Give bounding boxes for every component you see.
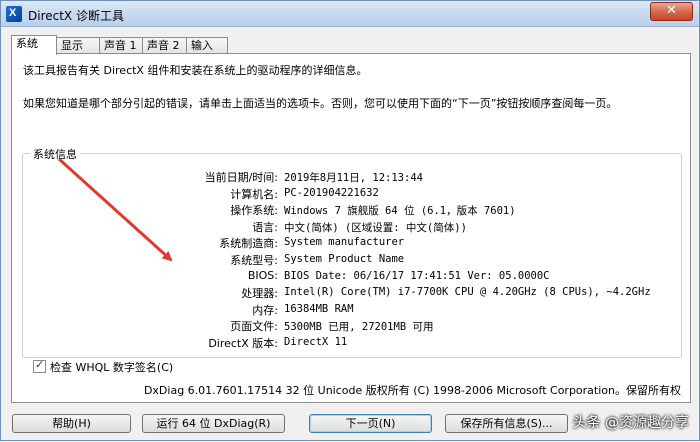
info-label: 计算机名:: [230, 188, 278, 201]
info-value: 16384MB RAM: [284, 303, 354, 315]
intro-text: 该工具报告有关 DirectX 组件和安装在系统上的驱动程序的详细信息。: [23, 64, 368, 77]
info-label: 当前日期/时间:: [204, 171, 278, 184]
info-value: Intel(R) Core(TM) i7-7700K CPU @ 4.20GHz…: [284, 286, 651, 298]
dxdiag-window: DirectX 诊断工具 ✕ 系统 显示 声音 1 声音 2 输入 该工具报告有…: [0, 0, 700, 441]
help-button[interactable]: 帮助(H): [12, 414, 131, 433]
info-value: 2019年8月11日, 12:13:44: [284, 172, 423, 184]
info-label: 语言:: [252, 221, 278, 234]
info-value: System Product Name: [284, 253, 405, 265]
info-value: 中文(简体) (区域设置: 中文(简体)): [284, 222, 467, 234]
next-page-button[interactable]: 下一页(N): [309, 414, 432, 433]
save-all-info-button[interactable]: 保存所有信息(S)...: [445, 414, 568, 433]
directx-app-icon: [6, 6, 22, 22]
info-label: 内存:: [252, 304, 278, 317]
info-value: 5300MB 已用, 27201MB 可用: [284, 321, 434, 333]
whql-checkbox[interactable]: 检查 WHQL 数字签名(C): [33, 358, 174, 375]
info-value: BIOS Date: 06/16/17 17:41:51 Ver: 05.000…: [284, 270, 550, 282]
title-bar[interactable]: DirectX 诊断工具 ✕: [1, 1, 699, 27]
info-label: BIOS:: [247, 269, 278, 282]
checkbox-checked-icon[interactable]: [33, 358, 46, 373]
tab-sound-1[interactable]: 声音 1: [99, 37, 143, 54]
window-title: DirectX 诊断工具: [28, 9, 124, 23]
info-value: Windows 7 旗舰版 64 位 (6.1，版本 7601): [284, 205, 516, 217]
system-tab-panel: 该工具报告有关 DirectX 组件和安装在系统上的驱动程序的详细信息。 如果您…: [11, 53, 691, 403]
group-label: 系统信息: [30, 146, 80, 162]
tab-input[interactable]: 输入: [186, 37, 228, 54]
whql-checkbox-label: 检查 WHQL 数字签名(C): [50, 361, 174, 374]
info-label: 处理器:: [241, 287, 278, 300]
close-button[interactable]: ✕: [650, 2, 693, 21]
info-label: 操作系统:: [230, 204, 278, 217]
run-64bit-dxdiag-button[interactable]: 运行 64 位 DxDiag(R): [142, 414, 285, 433]
instruction-text: 如果您知道是哪个部分引起的错误，请单击上面适当的选项卡。否则，您可以使用下面的“…: [23, 97, 618, 110]
info-label: DirectX 版本:: [208, 337, 278, 350]
info-value: System manufacturer: [284, 236, 405, 248]
info-label: 页面文件:: [230, 320, 278, 333]
watermark-text: 头条 @资源趣分享: [572, 415, 689, 431]
info-label: 系统型号:: [230, 254, 278, 267]
copyright-text: DxDiag 6.01.7601.17514 32 位 Unicode 版权所有…: [143, 384, 681, 397]
info-value: DirectX 11: [284, 336, 348, 348]
info-value: PC-201904221632: [284, 187, 379, 199]
tab-display[interactable]: 显示: [56, 37, 100, 54]
tab-sound-2[interactable]: 声音 2: [142, 37, 187, 54]
info-label: 系统制造商:: [219, 237, 278, 250]
tab-system[interactable]: 系统: [11, 35, 57, 55]
